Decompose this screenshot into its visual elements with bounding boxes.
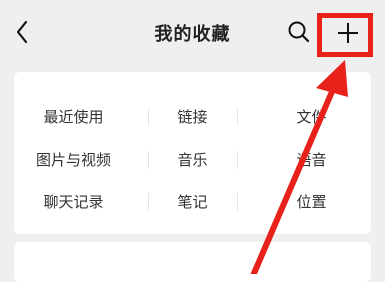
column-divider xyxy=(148,151,149,169)
category-item-links[interactable]: 链接 xyxy=(133,102,252,132)
column-divider xyxy=(148,108,149,126)
column-divider xyxy=(237,193,238,211)
column-divider xyxy=(148,193,149,211)
column-divider xyxy=(237,151,238,169)
search-icon[interactable] xyxy=(286,19,312,45)
favorites-list-card xyxy=(14,242,371,282)
category-item-photos-videos[interactable]: 图片与视频 xyxy=(14,145,133,175)
top-navigation-bar: 我的收藏 xyxy=(0,0,385,66)
category-item-music[interactable]: 音乐 xyxy=(133,145,252,175)
highlight-box xyxy=(317,13,373,57)
category-item-files[interactable]: 文件 xyxy=(252,102,371,132)
category-item-chat-history[interactable]: 聊天记录 xyxy=(14,187,133,217)
category-item-location[interactable]: 位置 xyxy=(252,187,371,217)
category-item-voice[interactable]: 语音 xyxy=(252,145,371,175)
category-item-notes[interactable]: 笔记 xyxy=(133,187,252,217)
category-item-recent[interactable]: 最近使用 xyxy=(14,102,133,132)
category-grid-card: 最近使用 链接 文件 图片与视频 音乐 语音 聊天记录 笔记 位置 xyxy=(14,72,371,234)
column-divider xyxy=(237,108,238,126)
